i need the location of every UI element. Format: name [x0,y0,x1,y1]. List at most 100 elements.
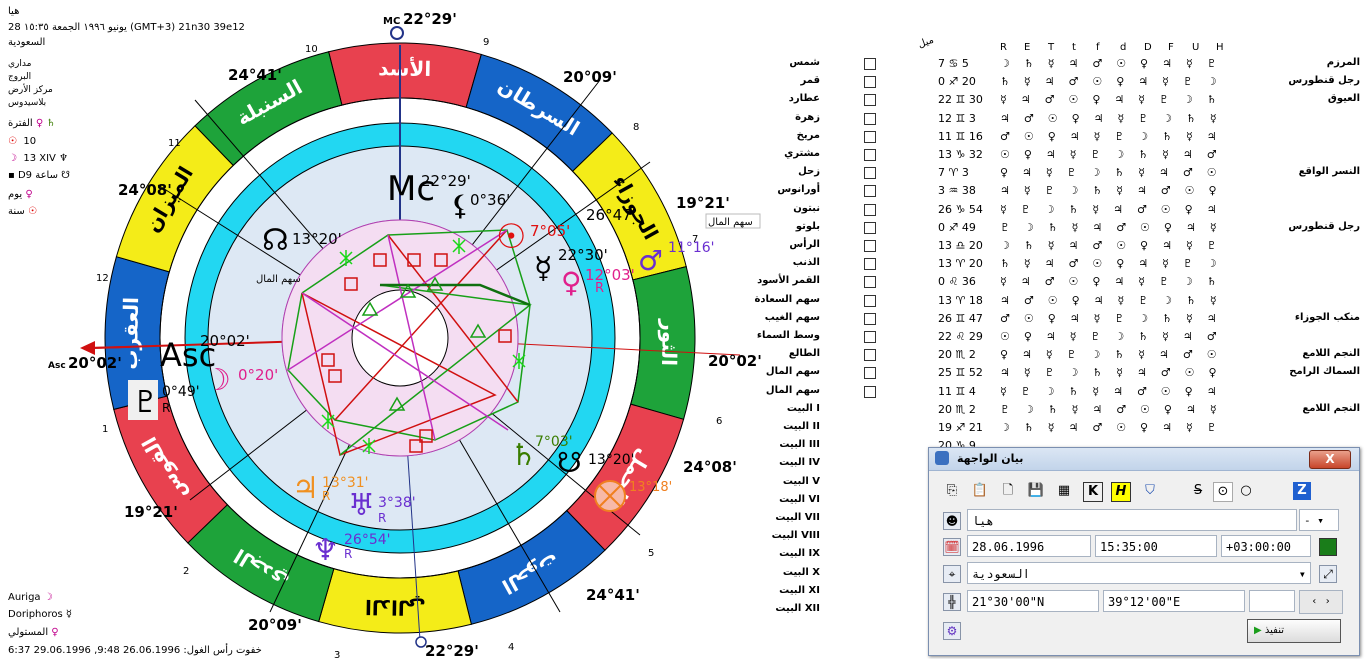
table-row[interactable]: عطارد 22 ♊ 30 ☿♃♂☉♀♃☿♇☽♄ العيوق [760,91,1360,109]
table-row[interactable]: الطالع 20 ♏ 2 ♀♃☿♇☽♄☿♃♂☉ النجم اللامع [760,346,1360,364]
row-position: 7 ♋ 5 [938,57,969,70]
sun-row: ☉ 10 [8,136,36,148]
execute-button[interactable]: ▶ تنفيذ [1247,619,1341,643]
part-fortune-label: 26°47' [586,206,636,224]
table-row[interactable]: زحل 7 ♈ 3 ♀♃☿♇☽♄☿♃♂☉ النسر الواقع [760,164,1360,182]
play-icon: ▶ [1254,625,1262,636]
place-icon[interactable]: ⌖ [943,565,961,583]
table-row[interactable]: الرأس 13 ♎ 20 ☽♄☿♃♂☉♀♃☿♇ [760,237,1360,255]
row-checkbox[interactable] [864,312,876,325]
settings-icon[interactable]: ⚙ [943,622,961,640]
longitude-field[interactable]: 39°12'00"E [1103,590,1245,612]
table-row[interactable]: شمس 7 ♋ 5 ☽♄☿♃♂☉♀♃☿♇ المرزم [760,55,1360,73]
table-row[interactable]: زهرة 12 ♊ 3 ♃♂☉♀♃☿♇☽♄☿ [760,110,1360,128]
asc-deg: 20°02' [68,354,122,372]
row-checkbox[interactable] [864,294,876,307]
row-checkbox[interactable] [864,331,876,343]
row-checkbox[interactable] [864,112,876,125]
date-field[interactable]: 28.06.1996 [967,535,1091,557]
paste-icon[interactable]: 📋 [971,482,989,500]
table-row[interactable]: قمر 0 ♐ 20 ♄☿♃♂☉♀♃☿♇☽ رجل قنطورس [760,73,1360,91]
row-checkbox[interactable] [864,76,876,89]
row-checkbox[interactable] [864,58,876,70]
mercury-icon: ☿ [534,251,552,286]
row-star: النسر الواقع [1298,166,1360,178]
table-row[interactable]: سهم السعادة 13 ♈ 18 ♃♂☉♀♃☿♇☽♄☿ [754,292,1360,310]
row-checkbox[interactable] [864,349,876,362]
row-name: مشتري [784,148,820,159]
calendar-icon[interactable]: 🗓 [943,538,961,556]
table-row[interactable]: سهم المال 11 ♊ 4 ☿♇☽♄☿♃♂☉♀♃ [760,383,1360,401]
table-row[interactable]: سهم الغيب 26 ♊ 47 ♂☉♀♃☿♇☽♄☿♃ منكب الجوزاء [760,310,1360,328]
row-name: البيت V [782,475,820,487]
table-row[interactable]: الذنب 13 ♈ 20 ♄☿♃♂☉♀♃☿♇☽ [760,255,1360,273]
table-row[interactable]: أورانوس 3 ♒ 38 ♃☿♇☽♄☿♃♂☉♀ [760,182,1360,200]
row-position: 26 ♊ 47 [938,311,983,325]
table-row[interactable]: مريخ 11 ♊ 16 ♂☉♀♃☿♇☽♄☿♃ [760,128,1360,146]
row-checkbox[interactable] [864,94,876,107]
row-rulers: ☿♃♂☉♀♃☿♇☽♄ [1000,275,1231,289]
row-checkbox[interactable] [864,221,876,234]
row-name: زهرة [795,111,820,123]
row-checkbox[interactable] [864,276,876,289]
row-checkbox[interactable] [864,367,876,380]
table-row[interactable]: سهم المال 25 ♊ 52 ♃☿♇☽♄☿♃♂☉♀ السماك الرامح [760,364,1360,382]
table-row[interactable]: بلوتو 0 ♐ 49 ♇☽♄☿♃♂☉♀♃☿ رجل قنطورس [760,219,1360,237]
table-row[interactable]: البيت I 20 ♏ 2 ♇☽♄☿♃♂☉♀♃☿ النجم اللامع [760,401,1360,419]
h-icon[interactable]: H [1111,482,1131,502]
table-icon[interactable]: ▦ [1055,482,1073,500]
sahm-label-2: سهم المال [256,274,301,285]
z-icon[interactable]: Z [1293,482,1311,500]
table-row[interactable]: القمر الأسود 0 ♌ 36 ☿♃♂☉♀♃☿♇☽♄ [757,273,1360,291]
timezone-field[interactable]: +03:00:00 [1221,535,1311,557]
latitude-field[interactable]: 21°30'00"N [967,590,1099,612]
day-label: يوم [8,189,23,200]
row-name: سهم السعادة [754,293,820,305]
app-icon [935,451,949,465]
moon-label: 0°20' [238,366,278,384]
copy-icon[interactable]: ⎘ [943,482,961,500]
k-icon[interactable]: K [1083,482,1103,502]
row-checkbox[interactable] [864,167,876,180]
row-position: 22 ♊ 30 [938,93,983,107]
place-select[interactable]: السعودية ▾ [967,562,1311,584]
green-indicator[interactable] [1319,538,1337,556]
row-name: البيت VI [779,493,820,505]
table-row[interactable]: البيت II 19 ♐ 21 ☽♄☿♃♂☉♀♃☿♇ [760,419,1360,437]
row-checkbox[interactable] [864,385,876,398]
house-12: 12 [96,273,109,284]
time-field[interactable]: 15:35:00 [1095,535,1217,557]
table-row[interactable]: وسط السماء 22 ♌ 29 ☉♀♃☿♇☽♄☿♃♂ [757,328,1360,346]
mc-label: 22°29' [421,172,471,190]
gender-value: - [1304,514,1311,527]
circle-icon[interactable]: ○ [1237,482,1255,500]
row-checkbox[interactable] [864,240,876,252]
cusp-7: 19°21' [676,194,730,212]
gender-select[interactable]: - ▾ [1299,509,1339,531]
house-1: 1 [102,424,108,435]
globe-icon[interactable]: ⤢ [1319,565,1337,583]
dialog-titlebar[interactable]: بيان الواجهة X [929,448,1359,471]
shield-icon[interactable]: ⛉ [1141,482,1159,500]
house-10: 10 [305,44,318,55]
row-name: أورانوس [777,184,820,196]
save-icon[interactable]: 💾 [1027,482,1045,500]
row-checkbox[interactable] [864,149,876,161]
row-checkbox[interactable] [864,258,876,271]
row-checkbox[interactable] [864,203,876,216]
table-row[interactable]: مشتري 13 ♑ 32 ☉♀♃☿♇☽♄☿♃♂ [760,146,1360,164]
row-position: 0 ♐ 20 [938,75,976,89]
name-field[interactable]: هيا [967,509,1297,531]
row-checkbox[interactable] [864,130,876,143]
strike-icon[interactable]: S̶ [1189,482,1207,500]
house-5: 5 [648,548,654,559]
stepper[interactable]: ‹ › [1299,590,1343,614]
close-button[interactable]: X [1309,450,1351,469]
altitude-field[interactable] [1249,590,1295,612]
new-icon[interactable]: 🗋 [999,482,1017,500]
row-checkbox[interactable] [864,185,876,198]
coordinates-icon[interactable]: ╬ [943,593,961,611]
table-row[interactable]: نبتون 26 ♑ 54 ☿♇☽♄☿♃♂☉♀♃ [760,201,1360,219]
person-icon[interactable]: ☻ [943,512,961,530]
dot-circle-icon[interactable]: ⊙ [1213,482,1233,502]
